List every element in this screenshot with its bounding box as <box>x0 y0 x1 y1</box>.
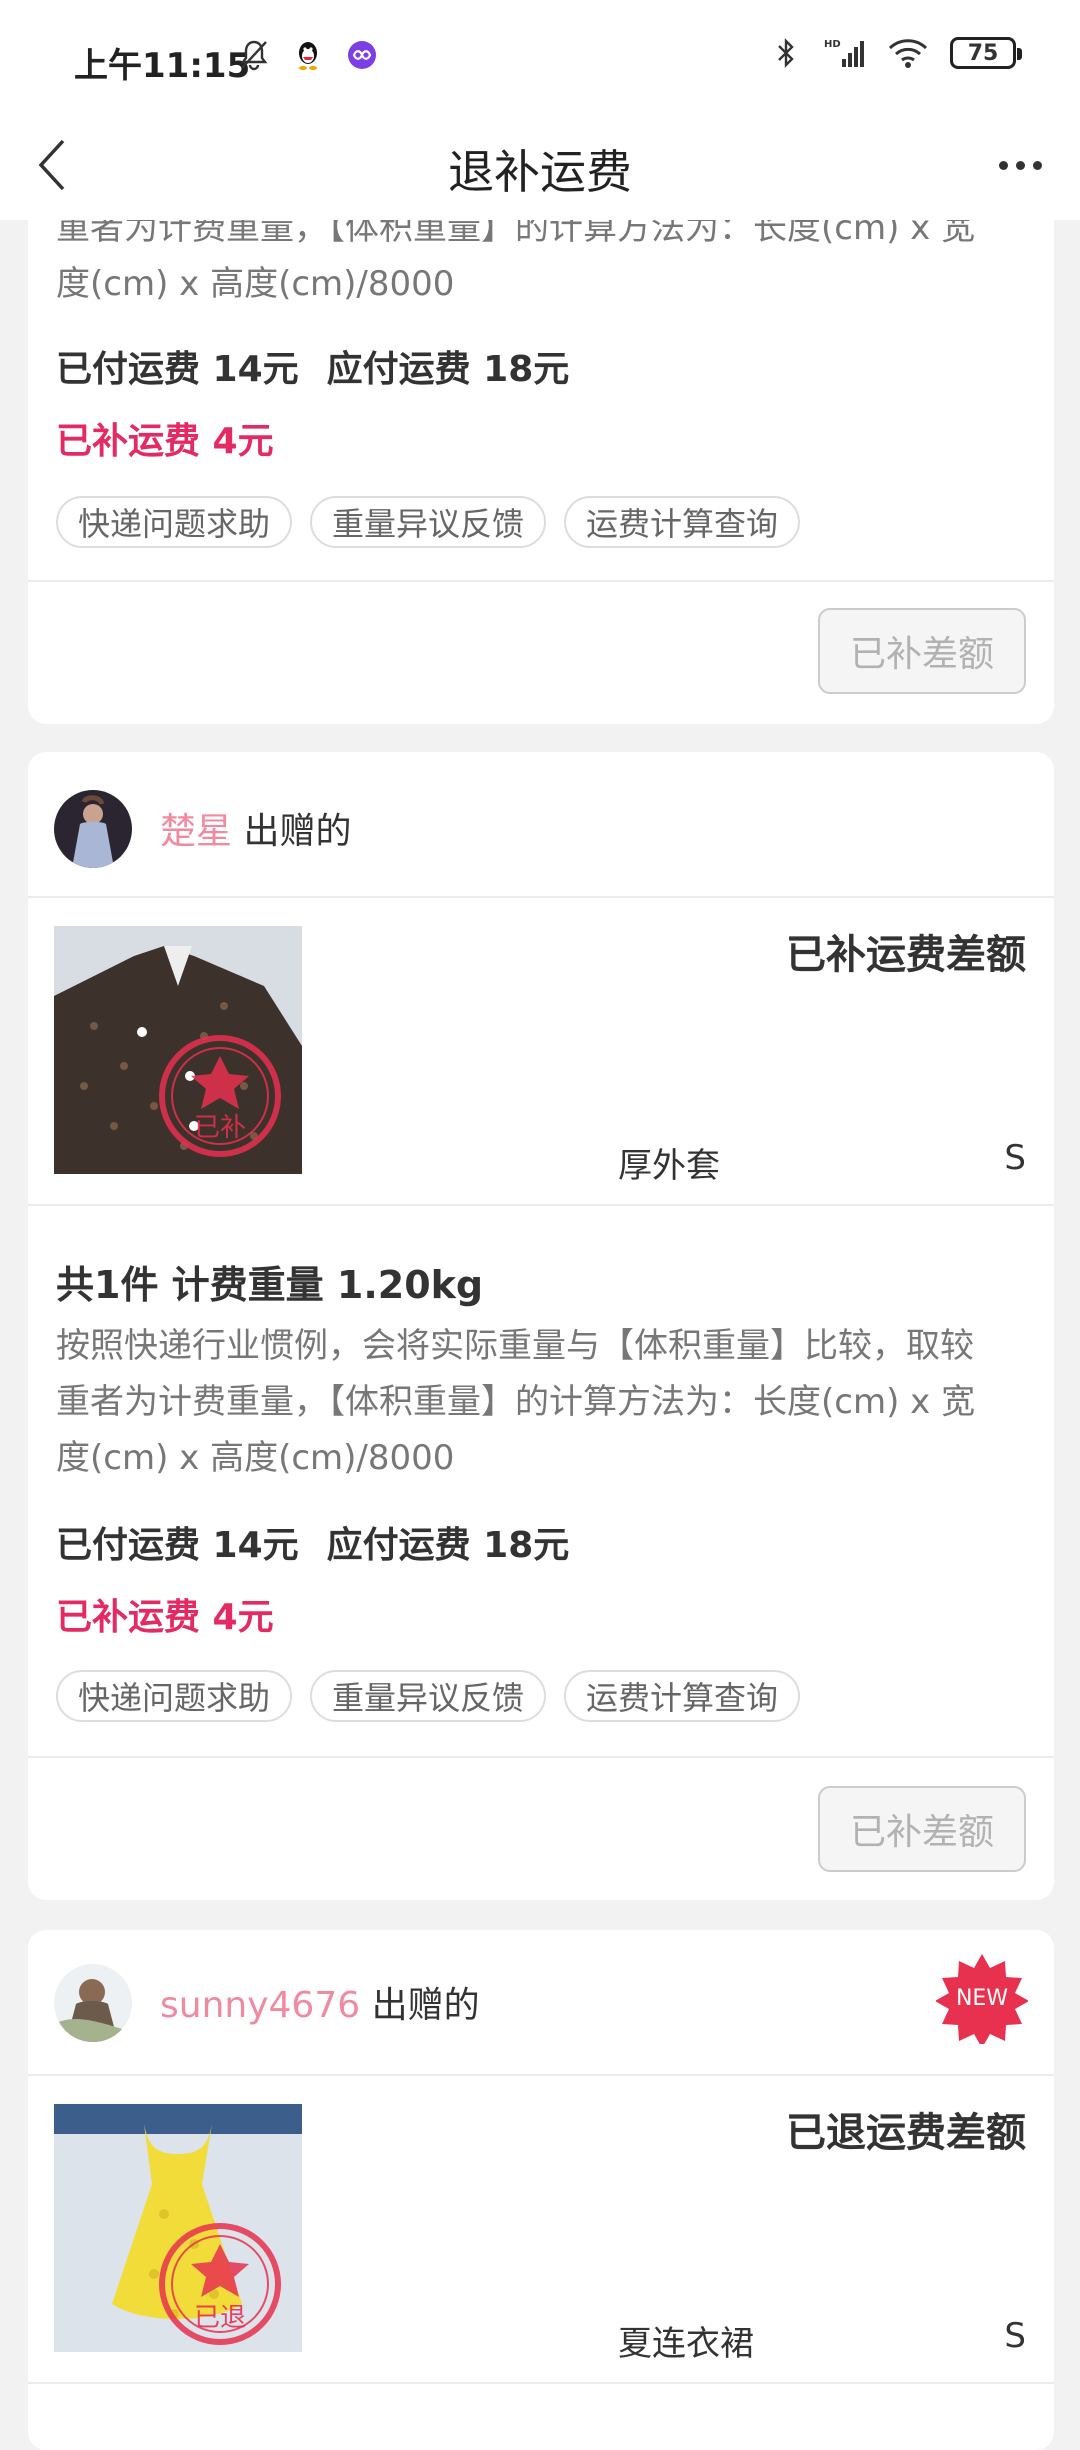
bell-muted-icon <box>238 38 270 72</box>
fee-line: 已付运费 14元 应付运费 18元 <box>56 340 597 392</box>
weight-description: 按照快递行业惯例，会将实际重量与【体积重量】比较，取较 重者为计费重量，【体积重… <box>56 1318 1036 1486</box>
paid-fee: 已付运费 14元 <box>56 349 299 390</box>
dot-icon <box>1015 160 1025 170</box>
battery-icon: 75 <box>950 37 1022 69</box>
bluetooth-icon <box>770 36 802 70</box>
qq-penguin-icon <box>292 38 324 72</box>
avatar <box>54 1964 132 2042</box>
tag-express-help[interactable]: 快递问题求助 <box>56 1670 293 1722</box>
page-title: 退补运费 <box>448 145 632 199</box>
new-badge-label: NEW <box>956 1986 1008 2011</box>
supplemented-button[interactable]: 已补差额 <box>818 1786 1026 1872</box>
help-tags: 快递问题求助 重量异议反馈 运费计算查询 <box>56 496 801 548</box>
status-time: 上午11:15 <box>74 46 251 86</box>
signal-icon: HD <box>824 36 866 70</box>
due-fee: 应付运费 18元 <box>326 349 570 390</box>
item-thumbnail[interactable]: 已退 <box>54 2104 302 2352</box>
seller-suffix: 出赠的 <box>243 811 352 852</box>
stamp-label: 已退 <box>194 2303 246 2333</box>
seller-suffix: 出赠的 <box>371 1985 480 2026</box>
tag-weight-dispute[interactable]: 重量异议反馈 <box>310 496 547 548</box>
item-name: 夏连衣裙 <box>618 2324 754 2364</box>
dot-icon <box>998 160 1008 170</box>
order-card-chuxing: 楚星 出赠的 已补 已补运费差额 厚外套 S 共1件 计费重量 1.20kg 按… <box>28 752 1054 1900</box>
seller-line: 楚星 出赠的 <box>160 802 351 854</box>
battery-level: 75 <box>967 40 999 66</box>
tag-fee-query[interactable]: 运费计算查询 <box>564 496 801 548</box>
supplemented-button[interactable]: 已补差额 <box>818 608 1026 694</box>
tag-express-help[interactable]: 快递问题求助 <box>56 496 293 548</box>
divider <box>28 2074 1054 2076</box>
divider <box>28 2382 1054 2384</box>
help-tags: 快递问题求助 重量异议反馈 运费计算查询 <box>56 1670 801 1722</box>
dot-icon <box>1032 160 1042 170</box>
nav-header: 退补运费 <box>0 110 1080 220</box>
desc-line: 度(cm) x 高度(cm)/8000 <box>56 264 455 304</box>
desc-line: 度(cm) x 高度(cm)/8000 <box>56 1438 455 1478</box>
svg-text:HD: HD <box>824 39 841 50</box>
seller-line: sunny4676 出赠的 <box>160 1976 480 2028</box>
refund-status: 已退运费差额 <box>786 2110 1026 2156</box>
divider <box>28 580 1054 582</box>
order-card-top: 重者为计费重量，【体积重量】的计算方法为：长度(cm) x 宽 度(cm) x … <box>28 140 1054 724</box>
divider <box>28 1204 1054 1206</box>
avatar <box>54 790 132 868</box>
more-options-button[interactable] <box>990 140 1050 190</box>
refund-status: 已补运费差额 <box>786 932 1026 978</box>
paid-fee: 已付运费 14元 <box>56 1525 299 1566</box>
wifi-icon <box>888 36 928 70</box>
due-fee: 应付运费 18元 <box>326 1525 570 1566</box>
tag-fee-query[interactable]: 运费计算查询 <box>564 1670 801 1722</box>
tag-weight-dispute[interactable]: 重量异议反馈 <box>310 1670 547 1722</box>
order-card-sunny: sunny4676 出赠的 NEW 已退 已退运费差额 夏连衣裙 S <box>28 1930 1054 2450</box>
desc-line: 重者为计费重量，【体积重量】的计算方法为：长度(cm) x 宽 <box>56 1382 976 1422</box>
item-thumbnail[interactable]: 已补 <box>54 926 302 1174</box>
count-weight: 共1件 计费重量 1.20kg <box>56 1263 484 1307</box>
divider <box>28 1756 1054 1758</box>
desc-line: 按照快递行业惯例，会将实际重量与【体积重量】比较，取较 <box>56 1326 974 1366</box>
supplement-fee: 已补运费 4元 <box>56 421 274 462</box>
item-size: S <box>1004 1138 1026 1178</box>
seller-name[interactable]: 楚星 <box>160 811 232 852</box>
seller-name[interactable]: sunny4676 <box>160 1985 360 2026</box>
item-name: 厚外套 <box>618 1146 720 1186</box>
stamp-label: 已补 <box>194 1113 246 1143</box>
fee-line: 已付运费 14元 应付运费 18元 <box>56 1516 597 1568</box>
supplement-fee: 已补运费 4元 <box>56 1597 274 1638</box>
item-size: S <box>1004 2316 1026 2356</box>
app-notification-icon <box>346 38 378 72</box>
new-badge: NEW <box>935 1952 1029 2048</box>
status-bar: 上午11:15 HD 75 <box>0 0 1080 110</box>
divider <box>28 896 1054 898</box>
